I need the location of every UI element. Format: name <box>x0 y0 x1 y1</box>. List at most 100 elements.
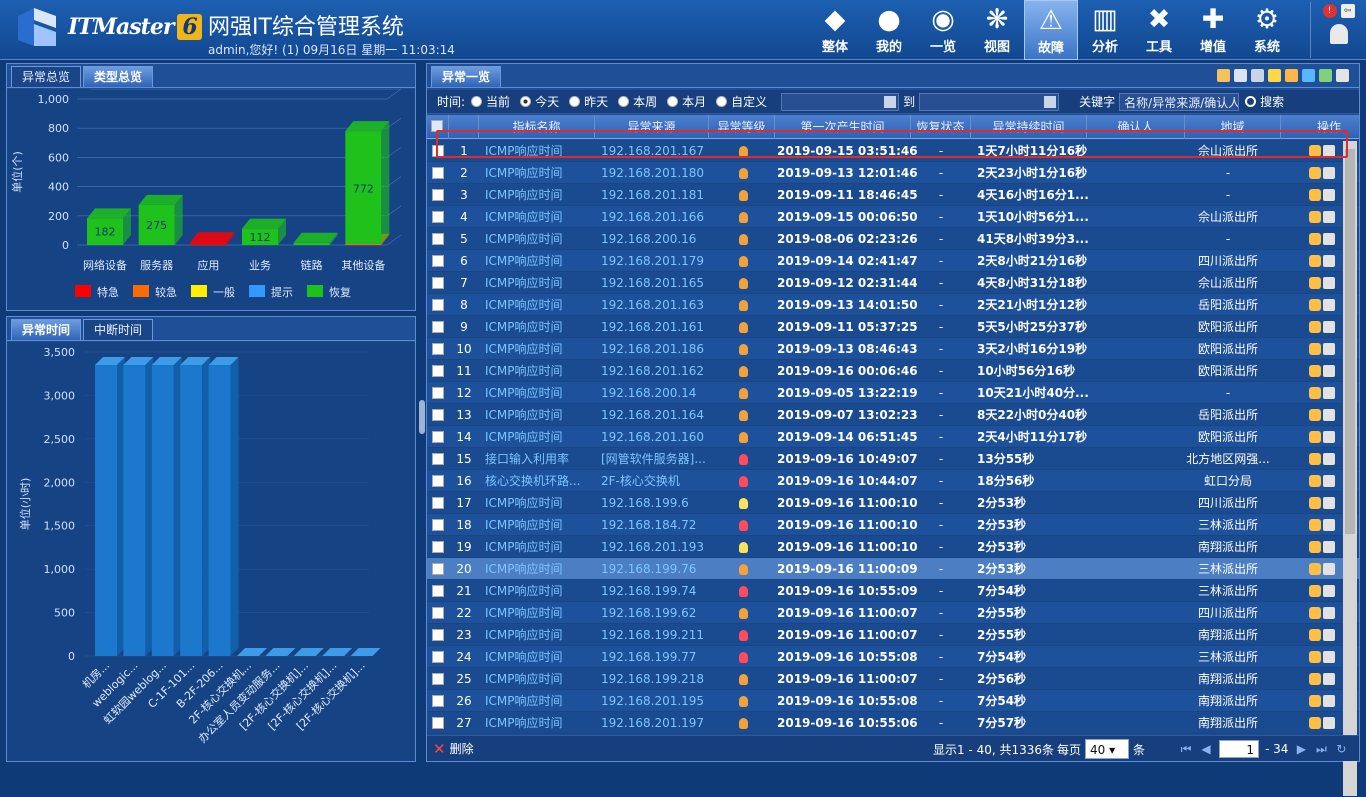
table-row[interactable]: 16 核心交换机环路... 2F-核心交换机 2019-09-16 10:44:07 -… <box>427 470 1359 492</box>
eraser-icon[interactable] <box>1323 321 1335 333</box>
eraser-icon[interactable] <box>1323 519 1335 531</box>
col-duration[interactable]: 异常持续时间 <box>971 115 1087 139</box>
table-row[interactable]: 4 ICMP响应时间 192.168.201.166 2019-09-15 00:06… <box>427 206 1359 228</box>
row-checkbox[interactable] <box>432 409 444 421</box>
eraser-icon[interactable] <box>1323 453 1335 465</box>
hand-icon[interactable] <box>1309 475 1321 487</box>
row-checkbox[interactable] <box>432 541 444 553</box>
hand-icon[interactable] <box>1309 299 1321 311</box>
hand-icon[interactable] <box>1309 255 1321 267</box>
table-row[interactable]: 3 ICMP响应时间 192.168.201.181 2019-09-11 18:46… <box>427 184 1359 206</box>
scrollbar-thumb[interactable] <box>1345 149 1355 534</box>
source-link[interactable]: 192.168.201.180 <box>601 162 713 184</box>
table-row[interactable]: 12 ICMP响应时间 192.168.200.14 2019-09-05 13:22… <box>427 382 1359 404</box>
calendar-icon[interactable] <box>1044 95 1057 108</box>
hand-icon[interactable] <box>1309 189 1321 201</box>
table-row[interactable]: 1 ICMP响应时间 192.168.201.167 2019-09-15 03:51… <box>427 140 1359 162</box>
user-avatar-icon[interactable] <box>1329 24 1348 44</box>
nav-ball[interactable]: ◉ 一览 <box>916 0 970 60</box>
time-option-radio[interactable]: 本月 <box>667 93 706 110</box>
eraser-icon[interactable] <box>1323 299 1335 311</box>
select-all-header[interactable] <box>427 115 449 139</box>
edit-icon[interactable] <box>1285 69 1298 82</box>
col-area[interactable]: 地域 <box>1185 115 1281 139</box>
source-link[interactable]: 192.168.199.6 <box>601 492 713 514</box>
hand-icon[interactable] <box>1309 629 1321 641</box>
next-page-icon[interactable]: ▶ <box>1294 742 1308 756</box>
panel-collapse-handle[interactable] <box>419 400 425 434</box>
source-link[interactable]: 192.168.201.181 <box>601 184 713 206</box>
calendar-icon[interactable] <box>884 95 897 108</box>
table-row[interactable]: 19 ICMP响应时间 192.168.201.193 2019-09-16 11:0… <box>427 536 1359 558</box>
metric-name-link[interactable]: ICMP响应时间 <box>485 272 597 294</box>
table-row[interactable]: 17 ICMP响应时间 192.168.199.6 2019-09-16 11:00:… <box>427 492 1359 514</box>
row-checkbox[interactable] <box>432 211 444 223</box>
eraser-icon[interactable] <box>1323 695 1335 707</box>
save-icon[interactable] <box>1234 69 1247 82</box>
nav-tools[interactable]: ✖ 工具 <box>1132 0 1186 60</box>
metric-name-link[interactable]: ICMP响应时间 <box>485 360 597 382</box>
start-date-input[interactable] <box>781 92 900 111</box>
source-link[interactable]: [网管软件服务器]... <box>601 448 713 470</box>
eraser-icon[interactable] <box>1323 255 1335 267</box>
hand-icon[interactable] <box>1309 585 1321 597</box>
tab-anomaly-time[interactable]: 异常时间 <box>11 319 82 340</box>
source-link[interactable]: 192.168.199.211 <box>601 624 713 646</box>
hand-icon[interactable] <box>1309 563 1321 575</box>
table-row[interactable]: 22 ICMP响应时间 192.168.199.62 2019-09-16 11:00… <box>427 602 1359 624</box>
table-row[interactable]: 7 ICMP响应时间 192.168.201.165 2019-09-12 02:31… <box>427 272 1359 294</box>
metric-name-link[interactable]: ICMP响应时间 <box>485 140 597 162</box>
eraser-icon[interactable] <box>1323 233 1335 245</box>
source-link[interactable]: 192.168.201.197 <box>601 712 713 734</box>
hand-icon[interactable] <box>1309 167 1321 179</box>
metric-name-link[interactable]: ICMP响应时间 <box>485 536 597 558</box>
refresh-icon[interactable] <box>1336 69 1349 82</box>
eraser-icon[interactable] <box>1323 189 1335 201</box>
hand-icon[interactable] <box>1309 497 1321 509</box>
metric-name-link[interactable]: ICMP响应时间 <box>485 338 597 360</box>
row-checkbox[interactable] <box>432 189 444 201</box>
export-icon[interactable] <box>1319 69 1332 82</box>
metric-name-link[interactable]: ICMP响应时间 <box>485 404 597 426</box>
row-checkbox[interactable] <box>432 277 444 289</box>
reload-icon[interactable]: ↻ <box>1334 742 1348 756</box>
hand-icon[interactable] <box>1309 607 1321 619</box>
metric-name-link[interactable]: ICMP响应时间 <box>485 514 597 536</box>
first-page-icon[interactable]: ⏮ <box>1179 742 1193 756</box>
page-input[interactable]: 1 <box>1219 740 1259 758</box>
eraser-icon[interactable] <box>1323 497 1335 509</box>
row-checkbox[interactable] <box>432 167 444 179</box>
nav-user[interactable]: ● 我的 <box>862 0 916 60</box>
table-row[interactable]: 23 ICMP响应时间 192.168.199.211 2019-09-16 11:0… <box>427 624 1359 646</box>
hand-icon[interactable] <box>1309 233 1321 245</box>
hand-icon[interactable] <box>1309 541 1321 553</box>
hand-icon[interactable] <box>1309 211 1321 223</box>
hand-icon[interactable] <box>1309 695 1321 707</box>
metric-name-link[interactable]: 核心交换机环路... <box>485 470 597 492</box>
metric-name-link[interactable]: ICMP响应时间 <box>485 580 597 602</box>
source-link[interactable]: 192.168.201.164 <box>601 404 713 426</box>
hand-icon[interactable] <box>1309 365 1321 377</box>
source-link[interactable]: 192.168.201.160 <box>601 426 713 448</box>
col-first-time[interactable]: 第一次产生时间 <box>775 115 911 139</box>
table-row[interactable]: 2 ICMP响应时间 192.168.201.180 2019-09-13 12:01… <box>427 162 1359 184</box>
source-link[interactable]: 192.168.201.179 <box>601 250 713 272</box>
metric-name-link[interactable]: ICMP响应时间 <box>485 206 597 228</box>
metric-name-link[interactable]: ICMP响应时间 <box>485 382 597 404</box>
table-row[interactable]: 11 ICMP响应时间 192.168.201.162 2019-09-16 00:0… <box>427 360 1359 382</box>
col-recover-status[interactable]: 恢复状态 <box>911 115 971 139</box>
eraser-icon[interactable] <box>1323 717 1335 729</box>
col-source[interactable]: 异常来源 <box>595 115 709 139</box>
hand-icon[interactable] <box>1309 651 1321 663</box>
source-link[interactable]: 192.168.201.193 <box>601 536 713 558</box>
hand-icon[interactable] <box>1309 321 1321 333</box>
table-row[interactable]: 21 ICMP响应时间 192.168.199.74 2019-09-16 10:55… <box>427 580 1359 602</box>
col-metric-name[interactable]: 指标名称 <box>479 115 595 139</box>
eraser-icon[interactable] <box>1323 607 1335 619</box>
metric-name-link[interactable]: ICMP响应时间 <box>485 668 597 690</box>
table-row[interactable]: 24 ICMP响应时间 192.168.199.77 2019-09-16 10:55… <box>427 646 1359 668</box>
row-checkbox[interactable] <box>432 717 444 729</box>
table-row[interactable]: 15 接口输入利用率 [网管软件服务器]... 2019-09-16 10:49:07… <box>427 448 1359 470</box>
eraser-icon[interactable] <box>1323 629 1335 641</box>
row-checkbox[interactable] <box>432 255 444 267</box>
